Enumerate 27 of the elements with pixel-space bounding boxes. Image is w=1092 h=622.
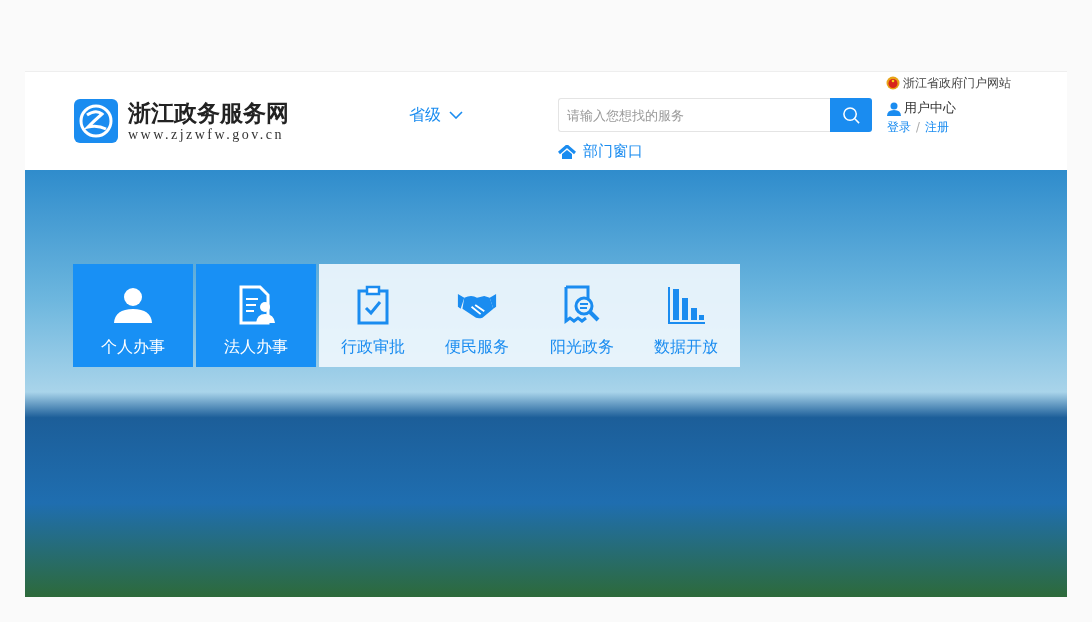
search-button[interactable] [830,98,872,132]
home-icon [558,144,576,159]
service-tile[interactable]: 数据开放 [636,264,736,367]
login-link[interactable]: 登录 [887,120,911,135]
service-tile[interactable]: 行政审批 [323,264,423,367]
register-link[interactable]: 注册 [924,120,949,135]
portal-link[interactable]: 浙江省政府门户网站 [886,72,1011,92]
search-field[interactable]: 请输入您想找的服务 [558,98,830,132]
emblem-icon [886,76,900,90]
service-tile[interactable]: 便民服务 [427,264,528,367]
user-icon [887,101,901,116]
department-link-text[interactable]: 部门窗口 [583,142,643,161]
user-center-label[interactable]: 用户中心 [904,100,956,117]
bar-chart-icon [666,285,706,325]
service-tile[interactable]: 个人办事 [73,264,193,367]
portal-link-text[interactable]: 浙江省政府门户网站 [903,75,1011,91]
search-icon [841,105,861,125]
service-tile[interactable]: 法人办事 [196,264,316,367]
chevron-down-icon [449,111,463,119]
department-link[interactable]: 部门窗口 [558,142,872,161]
level-dropdown[interactable]: 省级 [407,102,465,128]
logo-icon [74,99,118,143]
site-title: 浙江政务服务网 [128,99,289,127]
service-tile[interactable]: 阳光政务 [531,264,632,367]
person-icon [113,285,153,325]
link-separator: / [916,120,920,135]
site-url: www.zjzwfw.gov.cn [128,127,286,143]
